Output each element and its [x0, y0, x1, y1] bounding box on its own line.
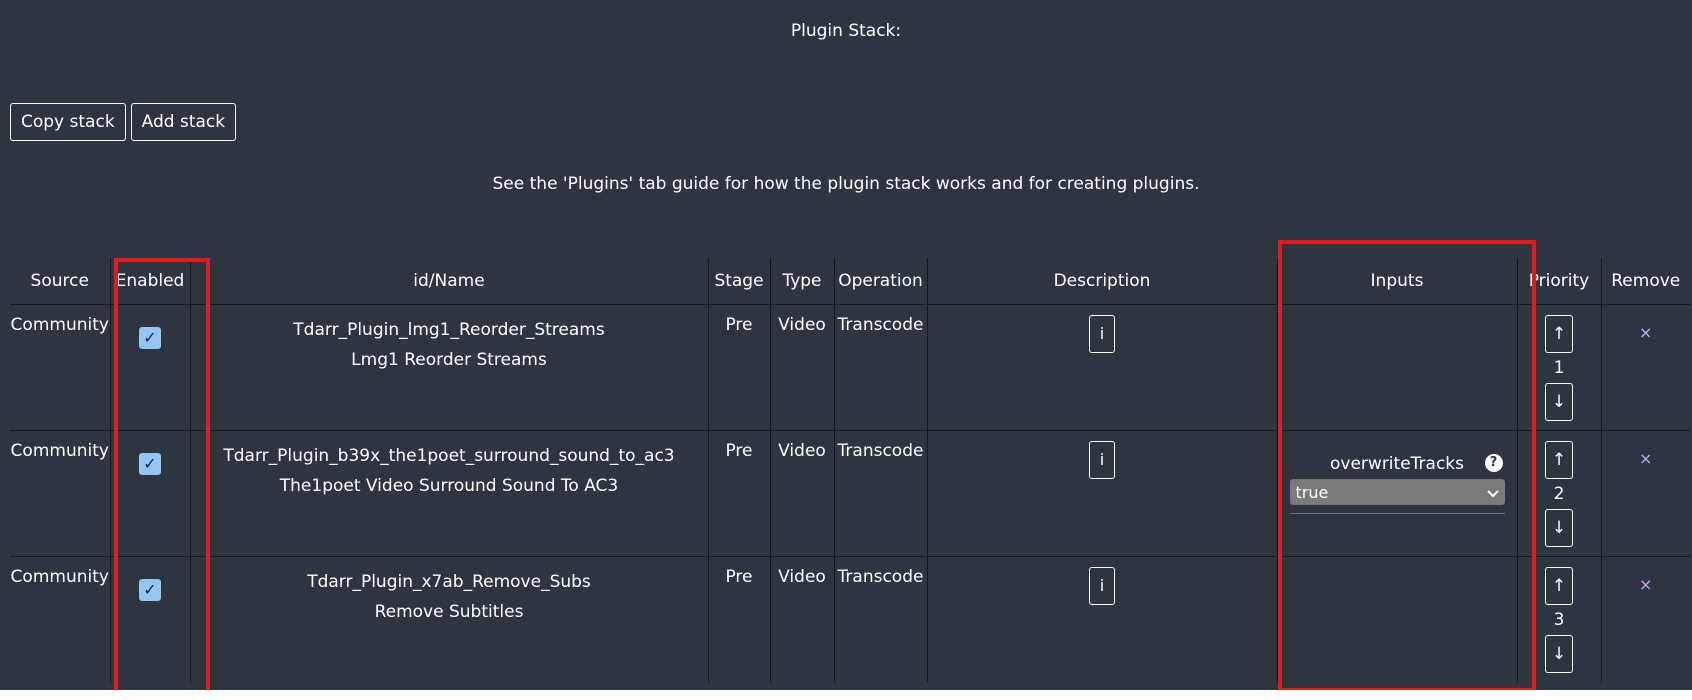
chevron-down-icon — [1486, 483, 1499, 502]
row-type: Video — [769, 304, 835, 431]
priority-value: 1 — [1553, 358, 1565, 378]
input-label-row: overwriteTracks ? — [1290, 453, 1505, 475]
col-header-priority: Priority — [1516, 258, 1602, 305]
row-description-cell: i — [926, 556, 1278, 683]
plugin-stack-table: Source Enabled id/Name Stage Type Operat… — [10, 258, 1690, 683]
row-stage: Pre — [707, 430, 771, 557]
col-header-type: Type — [769, 258, 835, 305]
table-row: Community ✓ Tdarr_Plugin_x7ab_Remove_Sub… — [10, 556, 1690, 683]
overwrite-tracks-select[interactable]: true — [1289, 479, 1505, 505]
row-operation: Transcode — [833, 304, 928, 431]
row-description-cell: i — [926, 430, 1278, 557]
row-name-cell: Tdarr_Plugin_b39x_the1poet_surround_soun… — [189, 430, 709, 557]
priority-down-button[interactable]: ↓ — [1545, 383, 1573, 421]
row-stage: Pre — [707, 556, 771, 683]
col-header-source: Source — [10, 258, 111, 305]
priority-up-button[interactable]: ↑ — [1545, 441, 1573, 479]
remove-icon[interactable]: × — [1639, 575, 1652, 594]
row-name-cell: Tdarr_Plugin_x7ab_Remove_Subs Remove Sub… — [189, 556, 709, 683]
plugin-name: Lmg1 Reorder Streams — [351, 350, 547, 370]
input-label: overwriteTracks — [1330, 454, 1464, 474]
priority-down-button[interactable]: ↓ — [1545, 635, 1573, 673]
col-header-remove: Remove — [1600, 258, 1690, 305]
add-stack-button[interactable]: Add stack — [130, 103, 237, 141]
row-remove-cell: × — [1600, 556, 1690, 683]
row-enabled-cell: ✓ — [109, 556, 191, 683]
row-description-cell: i — [926, 304, 1278, 431]
select-value: true — [1295, 482, 1329, 502]
row-inputs-cell — [1276, 556, 1518, 683]
row-inputs-cell — [1276, 304, 1518, 431]
info-button[interactable]: i — [1089, 315, 1115, 353]
remove-icon[interactable]: × — [1639, 323, 1652, 342]
row-inputs-cell: overwriteTracks ? true — [1276, 430, 1518, 557]
row-remove-cell: × — [1600, 430, 1690, 557]
plugin-stack-panel: Plugin Stack: Copy stack Add stack See t… — [0, 0, 1692, 690]
help-icon[interactable]: ? — [1484, 454, 1503, 472]
plugin-name: Remove Subtitles — [374, 602, 524, 622]
row-enabled-cell: ✓ — [109, 430, 191, 557]
priority-up-button[interactable]: ↑ — [1545, 315, 1573, 353]
row-operation: Transcode — [833, 556, 928, 683]
col-header-inputs: Inputs — [1276, 258, 1518, 305]
row-stage: Pre — [707, 304, 771, 431]
info-button[interactable]: i — [1089, 567, 1115, 605]
table-row: Community ✓ Tdarr_Plugin_lmg1_Reorder_St… — [10, 304, 1690, 431]
col-header-description: Description — [926, 258, 1278, 305]
col-header-operation: Operation — [833, 258, 928, 305]
page-title: Plugin Stack: — [790, 21, 902, 41]
table-header-row: Source Enabled id/Name Stage Type Operat… — [10, 258, 1690, 305]
table-row: Community ✓ Tdarr_Plugin_b39x_the1poet_s… — [10, 430, 1690, 557]
row-type: Video — [769, 556, 835, 683]
guide-text: See the 'Plugins' tab guide for how the … — [492, 174, 1200, 194]
copy-stack-button[interactable]: Copy stack — [10, 103, 126, 141]
col-header-name: id/Name — [189, 258, 709, 305]
plugin-name: The1poet Video Surround Sound To AC3 — [279, 476, 619, 496]
row-source: Community — [10, 430, 111, 557]
row-name-cell: Tdarr_Plugin_lmg1_Reorder_Streams Lmg1 R… — [189, 304, 709, 431]
plugin-id: Tdarr_Plugin_x7ab_Remove_Subs — [307, 572, 591, 592]
row-enabled-cell: ✓ — [109, 304, 191, 431]
stack-actions: Copy stack Add stack — [10, 103, 237, 141]
info-button[interactable]: i — [1089, 441, 1115, 479]
col-header-stage: Stage — [707, 258, 771, 305]
row-priority-cell: ↑ 2 ↓ — [1516, 430, 1602, 557]
plugin-input: overwriteTracks ? true — [1289, 453, 1505, 514]
enabled-checkbox[interactable]: ✓ — [139, 579, 161, 601]
priority-up-button[interactable]: ↑ — [1545, 567, 1573, 605]
enabled-checkbox[interactable]: ✓ — [139, 327, 161, 349]
row-source: Community — [10, 304, 111, 431]
priority-down-button[interactable]: ↓ — [1545, 509, 1573, 547]
row-priority-cell: ↑ 3 ↓ — [1516, 556, 1602, 683]
row-operation: Transcode — [833, 430, 928, 557]
row-type: Video — [769, 430, 835, 557]
remove-icon[interactable]: × — [1639, 449, 1652, 468]
priority-value: 2 — [1553, 484, 1565, 504]
plugin-id: Tdarr_Plugin_b39x_the1poet_surround_soun… — [223, 446, 675, 466]
row-priority-cell: ↑ 1 ↓ — [1516, 304, 1602, 431]
enabled-checkbox[interactable]: ✓ — [139, 453, 161, 475]
col-header-enabled: Enabled — [109, 258, 191, 305]
priority-value: 3 — [1553, 610, 1565, 630]
input-divider — [1289, 513, 1505, 514]
row-remove-cell: × — [1600, 304, 1690, 431]
plugin-id: Tdarr_Plugin_lmg1_Reorder_Streams — [293, 320, 605, 340]
row-source: Community — [10, 556, 111, 683]
